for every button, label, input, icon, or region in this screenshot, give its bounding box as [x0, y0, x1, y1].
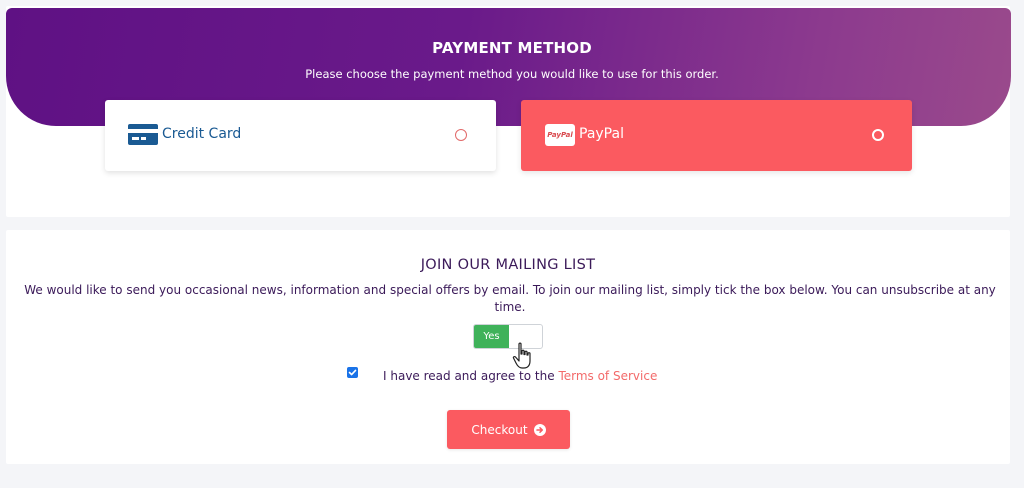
arrow-circle-right-icon: [533, 423, 546, 436]
credit-card-radio[interactable]: [455, 129, 467, 141]
terms-of-service-link[interactable]: Terms of Service: [558, 369, 657, 383]
check-icon: [348, 369, 357, 376]
terms-agreement-text: I have read and agree to the Terms of Se…: [383, 369, 657, 383]
credit-card-label: Credit Card: [162, 126, 242, 142]
payment-subtitle: Please choose the payment method you wou…: [305, 67, 719, 81]
payment-option-credit-card[interactable]: Credit Card: [105, 100, 496, 171]
paypal-label: PayPal: [579, 126, 624, 142]
credit-card-icon: [128, 124, 158, 145]
toggle-yes-label: Yes: [474, 325, 509, 348]
mailing-list-title: JOIN OUR MAILING LIST: [420, 257, 596, 273]
paypal-logo-icon: PayPal: [545, 124, 575, 146]
terms-checkbox[interactable]: [347, 367, 358, 378]
mailing-list-toggle[interactable]: Yes: [473, 324, 543, 349]
paypal-radio[interactable]: [872, 129, 884, 141]
checkout-button[interactable]: Checkout: [447, 410, 570, 449]
payment-title: PAYMENT METHOD: [432, 39, 592, 57]
terms-agreement-prefix: I have read and agree to the: [383, 369, 559, 383]
payment-option-paypal[interactable]: PayPal PayPal: [521, 100, 912, 171]
mailing-list-description: We would like to send you occasional new…: [24, 283, 996, 314]
checkout-button-label: Checkout: [471, 422, 528, 437]
